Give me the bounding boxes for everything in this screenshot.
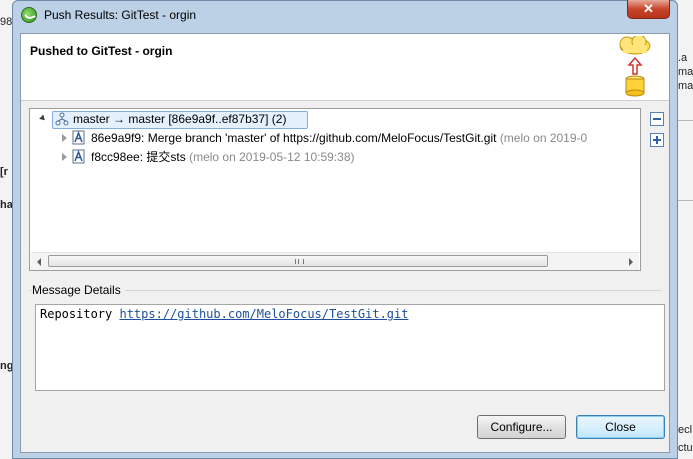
tree-row-commit[interactable]: f8cc98ee: 提交sts (melo on 2019-05-12 10:5… — [30, 148, 640, 166]
commit-text: 86e9a9f9: Merge branch 'master' of https… — [91, 129, 587, 147]
background-fragment: ecl — [678, 424, 693, 436]
branch-label: master → master [86e9a9f..ef87b37] (2) — [73, 112, 287, 126]
repository-link[interactable]: https://github.com/MeloFocus/TestGit.git — [119, 307, 408, 321]
background-fragment: [r — [0, 166, 8, 178]
background-app-right: .a ma ma ecl ctu — [676, 0, 693, 459]
configure-button[interactable]: Configure... — [477, 415, 566, 439]
push-result-tree[interactable]: master → master [86e9a9f..ef87b37] (2) 8… — [29, 108, 641, 271]
collapse-all-button[interactable] — [650, 112, 664, 126]
commit-icon — [72, 149, 85, 164]
window-close-button[interactable]: ✕ — [627, 0, 670, 19]
commit-id: f8cc98ee: — [91, 150, 144, 164]
commit-icon — [72, 130, 85, 145]
scrollbar-thumb[interactable] — [48, 255, 548, 267]
tree-row-commit[interactable]: 86e9a9f9: Merge branch 'master' of https… — [30, 129, 640, 147]
message-details-text[interactable]: Repository https://github.com/MeloFocus/… — [35, 304, 665, 391]
dialog-client-area: Pushed to GitTest - orgin master → maste… — [20, 33, 670, 453]
background-fragment: ha — [0, 199, 13, 211]
commit-text: f8cc98ee: 提交sts (melo on 2019-05-12 10:5… — [91, 148, 355, 166]
background-fragment: ctu — [678, 442, 693, 454]
header-banner: Pushed to GitTest - orgin — [21, 34, 669, 101]
horizontal-scrollbar[interactable] — [31, 252, 639, 270]
push-results-dialog: Push Results: GitTest - orgin ✕ Pushed t… — [12, 0, 678, 459]
commit-meta: (melo on 2019-05-12 10:59:38) — [189, 150, 355, 164]
plus-icon — [656, 136, 658, 144]
eclipse-app-icon — [21, 7, 37, 23]
expand-twisty-icon[interactable] — [60, 134, 68, 142]
commit-id: 86e9a9f9: — [91, 131, 145, 145]
branch-icon — [55, 112, 69, 126]
banner-heading: Pushed to GitTest - orgin — [30, 44, 173, 58]
minus-icon — [653, 118, 661, 120]
background-fragment: 98 — [0, 16, 13, 28]
collapse-twisty-icon[interactable] — [40, 115, 48, 123]
commit-meta: (melo on 2019-0 — [499, 131, 588, 145]
commit-message: Merge branch 'master' of https://github.… — [147, 131, 497, 145]
background-fragment: .a — [678, 52, 688, 64]
scroll-right-icon[interactable] — [629, 258, 633, 266]
window-title: Push Results: GitTest - orgin — [44, 8, 197, 22]
background-fragment: ma — [678, 80, 693, 92]
tree-row-branch[interactable]: master → master [86e9a9f..ef87b37] (2) — [30, 110, 640, 129]
background-divider — [676, 120, 693, 121]
close-button[interactable]: Close — [576, 415, 665, 439]
scroll-left-icon[interactable] — [37, 258, 41, 266]
scrollbar-grip-icon — [295, 259, 304, 264]
commit-message: 提交sts — [146, 150, 186, 164]
title-bar[interactable]: Push Results: GitTest - orgin ✕ — [13, 0, 677, 30]
expand-twisty-icon[interactable] — [60, 153, 68, 161]
background-fragment: ma — [678, 66, 693, 78]
background-divider — [676, 200, 693, 201]
repository-prefix: Repository — [40, 307, 113, 321]
cloud-push-icon — [619, 36, 651, 97]
expand-all-button[interactable] — [650, 133, 664, 147]
message-details-label: Message Details — [32, 283, 125, 297]
